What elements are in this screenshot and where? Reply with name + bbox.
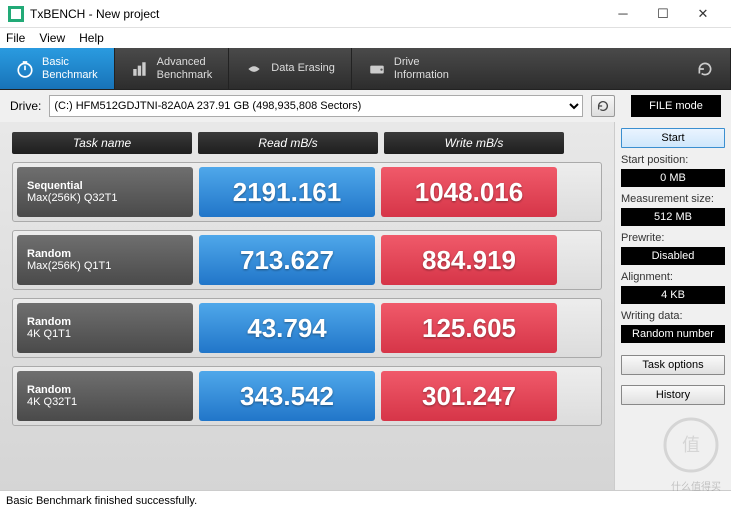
header-write: Write mB/s: [384, 132, 564, 154]
file-mode-indicator: FILE mode: [631, 95, 721, 117]
measurement-size-label: Measurement size:: [621, 193, 725, 205]
task-cell: Random4K Q32T1: [17, 371, 193, 421]
read-cell: 343.542: [199, 371, 375, 421]
tab-label: Basic: [42, 56, 69, 68]
header-read: Read mB/s: [198, 132, 378, 154]
read-cell: 43.794: [199, 303, 375, 353]
title-bar: TxBENCH - New project ─ ☐ ✕: [0, 0, 731, 28]
task-cell: SequentialMax(256K) Q32T1: [17, 167, 193, 217]
minimize-button[interactable]: ─: [603, 0, 643, 28]
results-panel: Task name Read mB/s Write mB/s Sequentia…: [0, 122, 615, 490]
start-position-label: Start position:: [621, 154, 725, 166]
menu-bar: File View Help: [0, 28, 731, 48]
write-cell: 125.605: [381, 303, 557, 353]
tab-basic-benchmark[interactable]: BasicBenchmark: [0, 48, 115, 89]
refresh-icon[interactable]: [696, 60, 714, 78]
write-cell: 301.247: [381, 371, 557, 421]
table-row: Random4K Q32T1 343.542 301.247: [12, 366, 602, 426]
alignment-label: Alignment:: [621, 271, 725, 283]
erase-icon: [245, 60, 263, 78]
measurement-size-value[interactable]: 512 MB: [621, 208, 725, 226]
table-row: RandomMax(256K) Q1T1 713.627 884.919: [12, 230, 602, 290]
menu-file[interactable]: File: [6, 31, 25, 45]
tab-advanced-benchmark[interactable]: AdvancedBenchmark: [115, 48, 230, 89]
alignment-value[interactable]: 4 KB: [621, 286, 725, 304]
task-cell: Random4K Q1T1: [17, 303, 193, 353]
sidebar-panel: Start Start position: 0 MB Measurement s…: [615, 122, 731, 490]
start-button[interactable]: Start: [621, 128, 725, 148]
tab-data-erasing[interactable]: Data Erasing: [229, 48, 352, 89]
menu-help[interactable]: Help: [79, 31, 104, 45]
table-row: Random4K Q1T1 43.794 125.605: [12, 298, 602, 358]
drive-bar: Drive: (C:) HFM512GDJTNI-82A0A 237.91 GB…: [0, 90, 731, 122]
status-bar: Basic Benchmark finished successfully.: [0, 490, 731, 511]
window-title: TxBENCH - New project: [30, 7, 603, 21]
read-cell: 2191.161: [199, 167, 375, 217]
close-button[interactable]: ✕: [683, 0, 723, 28]
start-position-value[interactable]: 0 MB: [621, 169, 725, 187]
menu-view[interactable]: View: [39, 31, 65, 45]
app-icon: [8, 6, 24, 22]
prewrite-value[interactable]: Disabled: [621, 247, 725, 265]
drive-select[interactable]: (C:) HFM512GDJTNI-82A0A 237.91 GB (498,9…: [49, 95, 583, 117]
tab-drive-information[interactable]: DriveInformation: [352, 48, 731, 89]
refresh-drive-button[interactable]: [591, 95, 615, 117]
drive-icon: [368, 60, 386, 78]
status-text: Basic Benchmark finished successfully.: [6, 495, 197, 507]
table-row: SequentialMax(256K) Q32T1 2191.161 1048.…: [12, 162, 602, 222]
writing-data-value[interactable]: Random number: [621, 325, 725, 343]
tab-strip: BasicBenchmark AdvancedBenchmark Data Er…: [0, 48, 731, 90]
task-options-button[interactable]: Task options: [621, 355, 725, 375]
task-cell: RandomMax(256K) Q1T1: [17, 235, 193, 285]
bars-icon: [131, 60, 149, 78]
prewrite-label: Prewrite:: [621, 232, 725, 244]
stopwatch-icon: [16, 60, 34, 78]
history-button[interactable]: History: [621, 385, 725, 405]
drive-label: Drive:: [10, 99, 41, 113]
maximize-button[interactable]: ☐: [643, 0, 683, 28]
read-cell: 713.627: [199, 235, 375, 285]
header-task: Task name: [12, 132, 192, 154]
writing-data-label: Writing data:: [621, 310, 725, 322]
write-cell: 884.919: [381, 235, 557, 285]
write-cell: 1048.016: [381, 167, 557, 217]
